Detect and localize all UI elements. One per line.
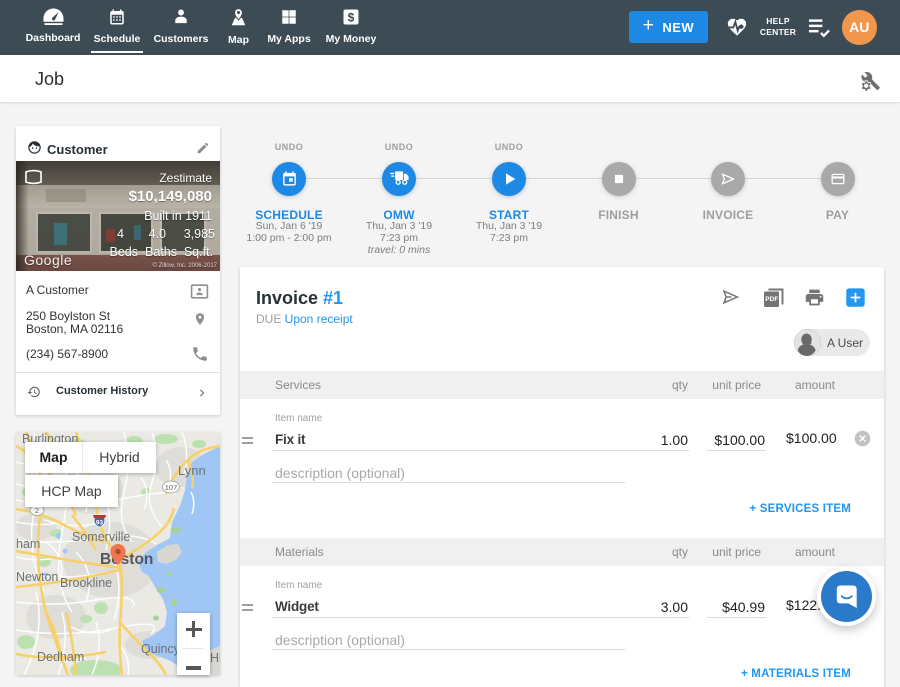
svg-text:93: 93 xyxy=(96,520,104,527)
svg-text:ham: ham xyxy=(16,537,40,551)
svg-text:107: 107 xyxy=(165,483,178,492)
svg-text:Quincy: Quincy xyxy=(141,642,181,656)
svg-text:Brookline: Brookline xyxy=(60,576,112,590)
svg-text:$: $ xyxy=(348,10,355,24)
svg-text:Lynn: Lynn xyxy=(178,463,206,478)
svg-text:2: 2 xyxy=(35,506,39,515)
svg-text:Boston: Boston xyxy=(100,551,153,568)
svg-text:Somerville: Somerville xyxy=(72,530,130,544)
svg-text:Hi: Hi xyxy=(210,651,220,665)
svg-text:Newton: Newton xyxy=(16,570,58,584)
svg-text:Dedham: Dedham xyxy=(37,650,84,664)
svg-text:PDF: PDF xyxy=(765,296,778,303)
